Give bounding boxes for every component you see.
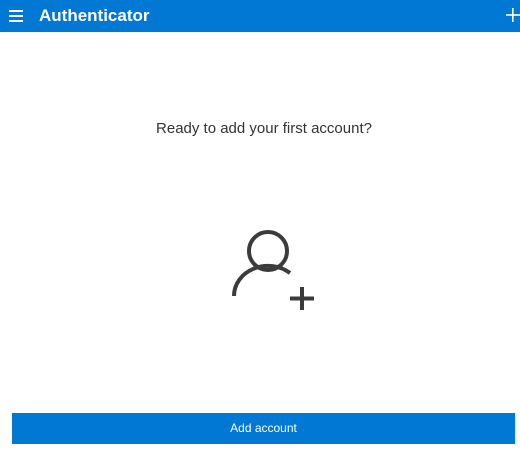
app-title: Authenticator <box>39 6 150 25</box>
app-header: Authenticator <box>0 0 520 32</box>
add-account-button[interactable]: Add account <box>12 413 515 444</box>
hamburger-menu-icon[interactable] <box>8 8 24 24</box>
add-account-plus-icon[interactable] <box>506 7 520 23</box>
empty-state-prompt: Ready to add your first account? <box>156 120 372 137</box>
authenticator-app: Authenticator Ready to add your first ac… <box>0 0 520 453</box>
add-person-icon <box>230 228 320 314</box>
